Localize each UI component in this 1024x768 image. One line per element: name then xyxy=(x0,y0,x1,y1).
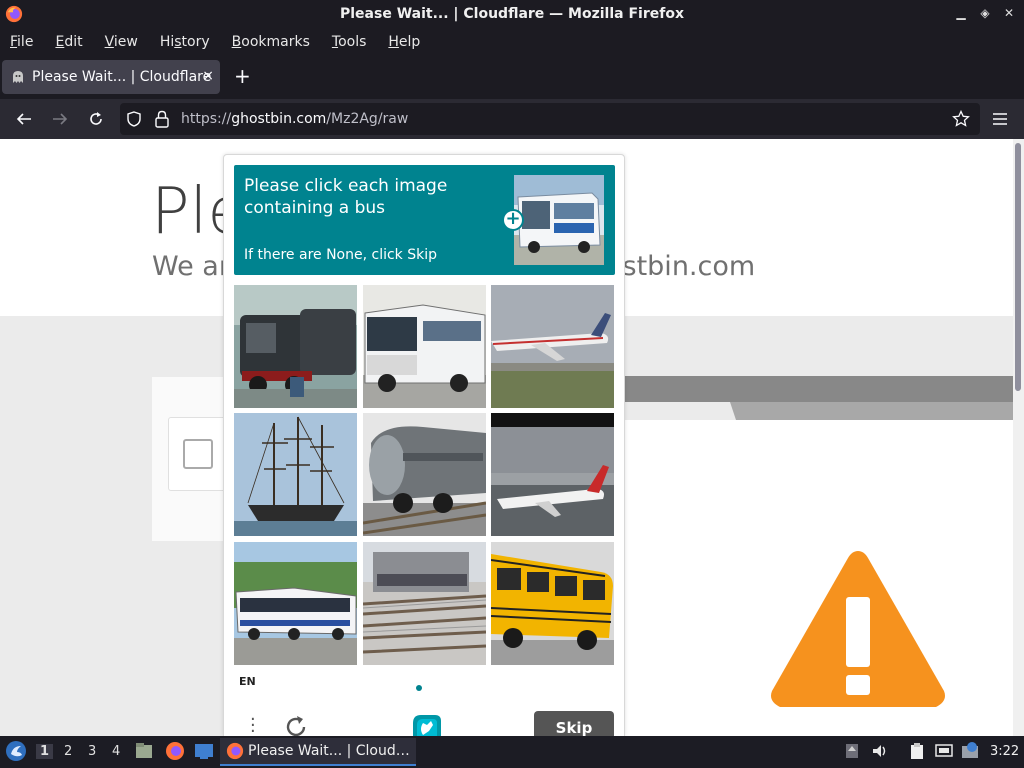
captcha-prompt: Please click each image containing a bus xyxy=(244,176,448,218)
firefox-launcher-icon[interactable] xyxy=(165,741,185,761)
captcha-hint: If there are None, click Skip xyxy=(244,247,438,263)
captcha-image-grid xyxy=(234,285,615,666)
captcha-tile-3[interactable] xyxy=(491,285,614,408)
title-bar: Please Wait... | Cloudflare — Mozilla Fi… xyxy=(0,0,1024,29)
tab-active[interactable]: Please Wait... | Cloudflare × xyxy=(2,60,220,94)
url-path: /Mz2Ag/raw xyxy=(326,111,409,127)
restore-icon[interactable]: ◈ xyxy=(978,6,992,20)
bookmark-star-icon[interactable] xyxy=(951,109,971,129)
reload-icon[interactable] xyxy=(86,109,106,129)
clipboard-icon[interactable] xyxy=(908,742,926,760)
forward-icon[interactable] xyxy=(50,109,70,129)
upload-tray-icon[interactable] xyxy=(843,742,861,760)
close-window-icon[interactable]: ✕ xyxy=(1002,6,1016,20)
clock: 3:22 xyxy=(990,744,1020,759)
captcha-tile-9[interactable] xyxy=(491,542,614,665)
network-icon[interactable] xyxy=(935,742,953,760)
cloudflare-checkbox[interactable] xyxy=(183,439,213,469)
menu-bookmarks[interactable]: Bookmarks xyxy=(232,34,310,50)
page-subtitle-right: ostbin.com xyxy=(606,251,756,282)
taskbar: 1 2 3 4 Please Wait... | Cloud… 3:22 xyxy=(0,736,1024,768)
expand-sample-icon[interactable]: + xyxy=(502,209,524,231)
workspace-2[interactable]: 2 xyxy=(64,744,72,759)
page-subtitle-left: We ar xyxy=(152,251,230,282)
scrollbar-thumb[interactable] xyxy=(1015,143,1021,391)
menu-edit-rest: dit xyxy=(64,34,83,50)
firefox-task-icon xyxy=(226,742,244,760)
start-menu-icon[interactable] xyxy=(5,740,27,762)
url-host: ghostbin.com xyxy=(231,111,327,127)
workspace-3[interactable]: 3 xyxy=(88,744,96,759)
desktop-icon[interactable] xyxy=(194,741,214,761)
menu-file-rest: ile xyxy=(17,34,34,50)
menu-bar: File Edit View History Bookmarks Tools H… xyxy=(0,29,1024,55)
menu-history-rest: Hi xyxy=(159,34,175,50)
captcha-tile-8[interactable] xyxy=(363,542,486,665)
captcha-tile-7[interactable] xyxy=(234,542,357,665)
volume-icon[interactable] xyxy=(871,742,889,760)
page-scrollbar[interactable] xyxy=(1013,139,1024,736)
back-icon[interactable] xyxy=(14,109,34,129)
refresh-icon[interactable] xyxy=(284,715,308,737)
browser-illustration-tab xyxy=(622,402,1013,430)
url-text: https://ghostbin.com/Mz2Ag/raw xyxy=(181,111,408,127)
warning-icon xyxy=(771,551,945,707)
captcha-tile-5[interactable] xyxy=(363,413,486,536)
tab-bar: Please Wait... | Cloudflare × + xyxy=(0,55,1024,99)
window-title: Please Wait... | Cloudflare — Mozilla Fi… xyxy=(340,6,684,22)
page-indicator-dot xyxy=(416,685,422,691)
tab-close-icon[interactable]: × xyxy=(202,68,214,84)
captcha-challenge: Please click each image containing a bus… xyxy=(223,154,625,745)
taskbar-task-label: Please Wait... | Cloud… xyxy=(248,743,410,759)
notification-icon[interactable] xyxy=(961,742,979,760)
menu-edit[interactable]: Edit xyxy=(55,34,82,50)
menu-help-rest: elp xyxy=(398,34,421,50)
url-prefix: https:// xyxy=(181,111,232,127)
app-menu-icon[interactable] xyxy=(990,109,1010,129)
menu-tools-rest: ools xyxy=(338,34,367,50)
menu-view[interactable]: View xyxy=(105,34,138,50)
menu-help[interactable]: Help xyxy=(388,34,420,50)
menu-view-rest: iew xyxy=(113,34,138,50)
workspace-4[interactable]: 4 xyxy=(112,744,120,759)
captcha-tile-2[interactable] xyxy=(363,285,486,408)
captcha-tile-4[interactable] xyxy=(234,413,357,536)
nav-bar: https://ghostbin.com/Mz2Ag/raw xyxy=(0,99,1024,139)
menu-file[interactable]: File xyxy=(10,34,33,50)
hcaptcha-logo-icon xyxy=(413,715,441,737)
ghost-favicon-icon xyxy=(13,71,23,83)
captcha-header: Please click each image containing a bus… xyxy=(234,165,615,275)
taskbar-task-firefox[interactable]: Please Wait... | Cloud… xyxy=(220,738,416,766)
captcha-tile-6[interactable] xyxy=(491,413,614,536)
file-manager-icon[interactable] xyxy=(134,741,154,761)
lock-icon[interactable] xyxy=(154,110,170,128)
more-options-icon[interactable]: · · · xyxy=(250,711,256,741)
bus-sample-image xyxy=(514,175,604,265)
tab-label: Please Wait... | Cloudflare xyxy=(32,69,212,85)
language-selector[interactable]: EN xyxy=(239,675,256,688)
menu-bookmarks-rest: ookmarks xyxy=(241,34,310,50)
menu-tools[interactable]: Tools xyxy=(332,34,367,50)
url-bar[interactable]: https://ghostbin.com/Mz2Ag/raw xyxy=(120,103,980,135)
shield-icon[interactable] xyxy=(126,111,142,127)
minimize-icon[interactable]: ▁ xyxy=(954,6,968,20)
new-tab-button[interactable]: + xyxy=(234,66,251,86)
menu-history-rest2: tory xyxy=(181,34,210,50)
menu-history[interactable]: History xyxy=(160,34,210,50)
workspace-1[interactable]: 1 xyxy=(36,744,54,759)
captcha-tile-1[interactable] xyxy=(234,285,357,408)
